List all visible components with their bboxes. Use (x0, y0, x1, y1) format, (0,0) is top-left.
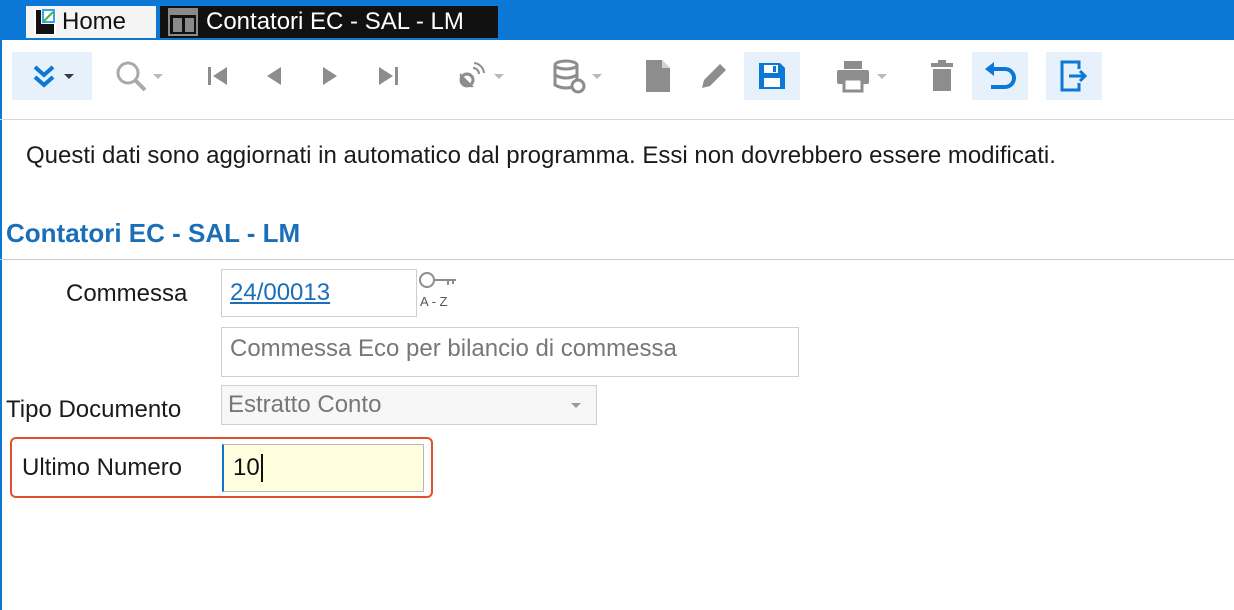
app-logo-icon (34, 9, 56, 35)
section-title: Contatori EC - SAL - LM (6, 218, 301, 248)
tab-home-label: Home (62, 8, 127, 35)
database-caret-icon (592, 73, 602, 79)
expand-icon (33, 65, 55, 88)
toolbar (0, 40, 1234, 120)
undo-button[interactable] (972, 52, 1028, 100)
delete-button[interactable] (922, 52, 962, 100)
next-record-icon (323, 67, 337, 85)
tab-contatori[interactable]: Contatori EC - SAL - LM (160, 6, 498, 38)
tipo-documento-label: Tipo Documento (6, 396, 182, 423)
satellite-caret-icon (494, 73, 504, 79)
ultimo-numero-input[interactable]: 10 (222, 444, 424, 492)
last-record-icon (379, 67, 398, 85)
key-lookup-icon[interactable]: A - Z (418, 270, 460, 312)
previous-record-button[interactable] (254, 52, 294, 100)
commessa-label: Commessa (66, 280, 188, 307)
print-caret-icon (877, 73, 887, 79)
expand-button[interactable] (12, 52, 92, 100)
satellite-button[interactable] (442, 52, 516, 100)
tab-contatori-label: Contatori EC - SAL - LM (206, 8, 464, 35)
delete-icon (931, 60, 953, 91)
ultimo-numero-value: 10 (233, 454, 260, 481)
commessa-link[interactable]: 24/00013 (230, 279, 330, 307)
print-icon (837, 61, 869, 93)
search-button[interactable] (104, 52, 174, 100)
next-record-button[interactable] (310, 52, 350, 100)
dropdown-button[interactable] (556, 386, 596, 424)
content-left-border (0, 120, 2, 610)
edit-icon (702, 64, 726, 88)
save-icon (759, 63, 785, 89)
search-caret-icon (153, 73, 163, 79)
info-message: Questi dati sono aggiornati in automatic… (26, 142, 1056, 169)
tab-bar: Home Contatori EC - SAL - LM (0, 0, 1234, 40)
exit-button[interactable] (1046, 52, 1102, 100)
print-button[interactable] (824, 52, 898, 100)
first-record-button[interactable] (198, 52, 238, 100)
satellite-icon (459, 62, 485, 88)
toolbar-divider (0, 119, 1234, 120)
section-divider (0, 259, 1234, 260)
text-cursor (260, 454, 263, 482)
expand-caret-icon (64, 73, 74, 79)
chevron-down-icon (571, 402, 581, 408)
tipo-documento-select[interactable]: Estratto Conto (221, 385, 597, 425)
exit-icon (1060, 60, 1088, 92)
database-button[interactable] (540, 52, 614, 100)
first-record-icon (208, 67, 227, 85)
commessa-description: Commessa Eco per bilancio di commessa (230, 335, 677, 362)
new-document-icon (646, 60, 670, 92)
new-document-button[interactable] (638, 52, 678, 100)
undo-icon (985, 62, 1016, 89)
edit-button[interactable] (694, 52, 734, 100)
search-icon (116, 61, 147, 92)
database-refresh-icon (553, 59, 586, 94)
window-icon (168, 8, 198, 36)
tab-home[interactable]: Home (26, 6, 156, 38)
commessa-field[interactable]: 24/00013 (221, 269, 417, 317)
save-button[interactable] (744, 52, 800, 100)
ultimo-numero-label: Ultimo Numero (22, 454, 183, 481)
last-record-button[interactable] (368, 52, 408, 100)
previous-record-icon (267, 67, 281, 85)
tipo-documento-value: Estratto Conto (228, 391, 382, 418)
key-lookup-text: A - Z (420, 294, 448, 309)
commessa-description-field: Commessa Eco per bilancio di commessa (221, 327, 799, 377)
